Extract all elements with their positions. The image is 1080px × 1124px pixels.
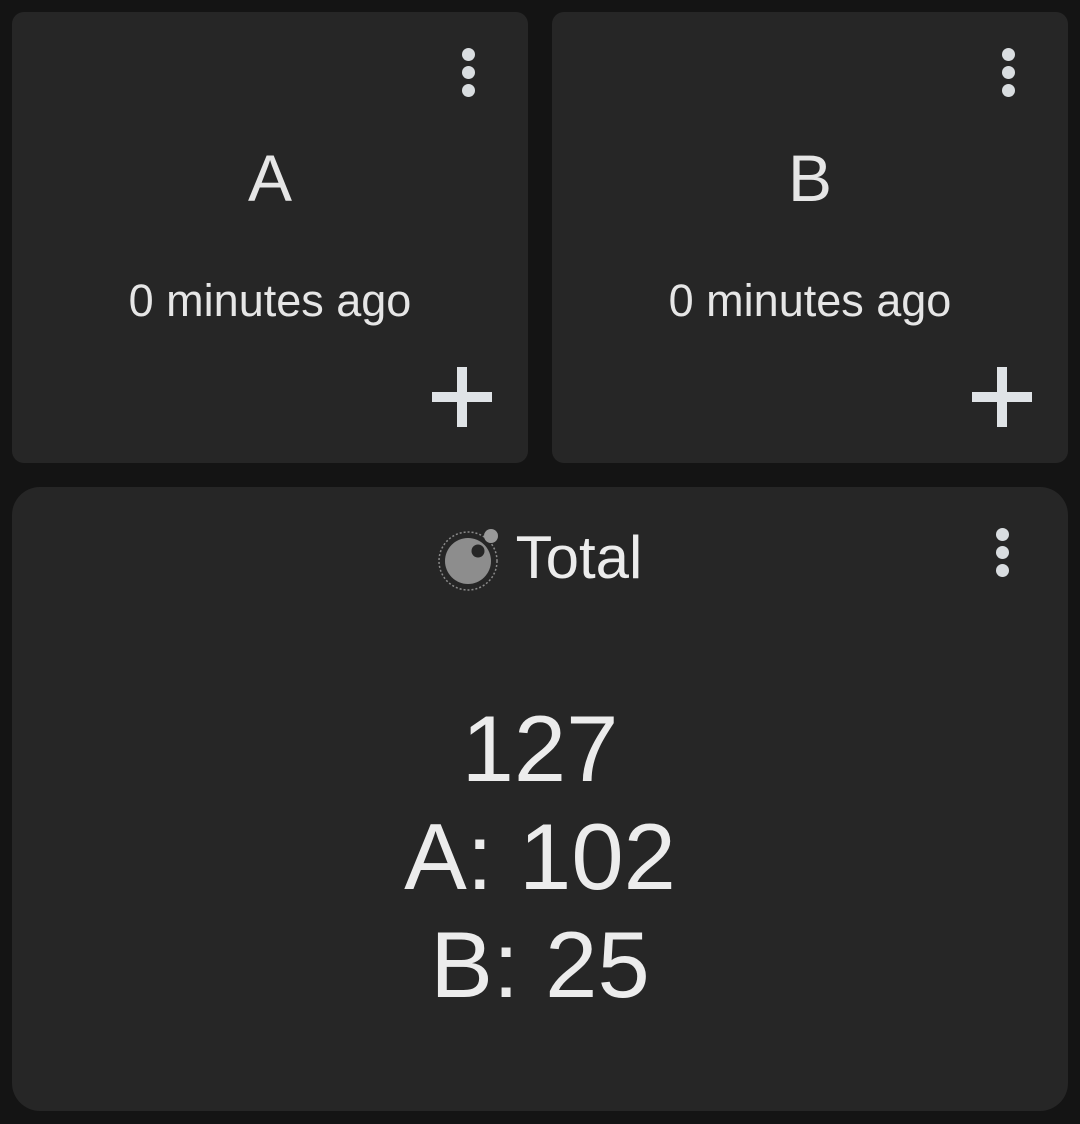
total-card[interactable]: Total 127 A: 102 B: 25 [12,487,1068,1111]
menu-dot [995,563,1009,577]
counter-card-b[interactable]: B 0 minutes ago [552,12,1068,463]
total-values: 127 A: 102 B: 25 [12,695,1068,1019]
more-vert-icon[interactable] [448,42,488,102]
total-count-a: A: 102 [404,804,676,909]
counter-card-a[interactable]: A 0 minutes ago [12,12,528,463]
menu-dot [995,545,1009,559]
menu-dot [1001,47,1015,61]
more-vert-icon[interactable] [982,522,1022,582]
total-header: Total [12,525,1068,591]
total-count-b: B: 25 [430,912,650,1017]
menu-dot [461,83,475,97]
plus-icon[interactable] [432,367,492,427]
counter-name: A [247,141,293,215]
menu-dot [995,527,1009,541]
counter-last-updated: 0 minutes ago [668,275,952,326]
total-count: 127 [461,696,619,801]
menu-dot [461,47,475,61]
counter-name: B [787,141,833,215]
counter-last-updated: 0 minutes ago [128,275,412,326]
total-title: Total [515,524,643,591]
app-logo-icon [437,529,498,591]
menu-dot [1001,83,1015,97]
more-vert-icon[interactable] [988,42,1028,102]
plus-icon[interactable] [972,367,1032,427]
menu-dot [461,65,475,79]
menu-dot [1001,65,1015,79]
